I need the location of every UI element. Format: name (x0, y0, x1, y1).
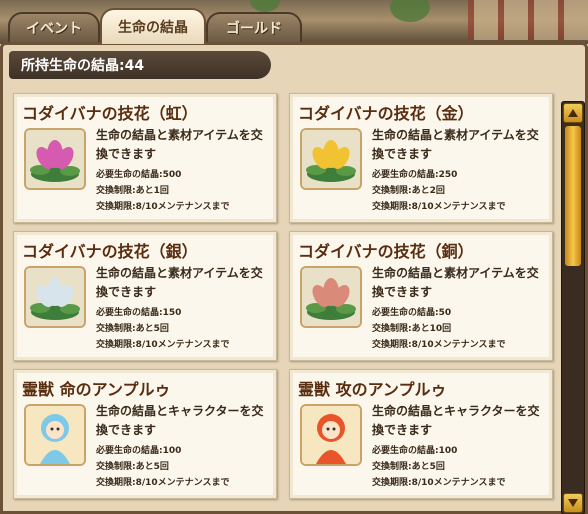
item-description: 生命の結晶と素材アイテムを交換できます (96, 266, 263, 299)
arrow-down-icon (568, 499, 578, 507)
item-period: 交換期限:8/10メンテナンスまで (372, 478, 506, 488)
item-period: 交換期限:8/10メンテナンスまで (96, 202, 230, 212)
item-card[interactable]: 霊獣 命のアンプルゥ生命の結晶とキャラクターを交換できます必要生命の結晶:100… (13, 369, 277, 499)
item-limit: 交換制限:あと5回 (372, 462, 445, 472)
item-limit: 交換制限:あと5回 (96, 462, 169, 472)
item-card[interactable]: コダイバナの技花（虹） 生命の結晶と素材アイテムを交換できます必要生命の結晶:50… (13, 93, 277, 223)
item-period: 交換期限:8/10メンテナンスまで (372, 340, 506, 350)
item-cost: 必要生命の結晶:250 (372, 170, 458, 180)
item-title: コダイバナの技花（銅） (298, 242, 474, 261)
item-list: コダイバナの技花（虹） 生命の結晶と素材アイテムを交換できます 必要生命の結晶:50… (9, 89, 559, 511)
item-period: 交換期限:8/10メンテナンスまで (372, 202, 506, 212)
item-limit: 交換制限:あと2回 (372, 186, 445, 196)
arrow-up-icon (568, 109, 578, 117)
background-plant (250, 0, 280, 12)
silver-lotus-icon (24, 266, 86, 328)
item-title: コダイバナの技花（金） (298, 104, 474, 123)
crystal-count-bar: 所持生命の結晶:44 (9, 51, 271, 79)
scrollbar[interactable] (561, 101, 585, 514)
item-limit: 交換制限:あと1回 (96, 186, 169, 196)
scroll-thumb[interactable] (565, 126, 581, 266)
exchange-panel: 所持生命の結晶:44 コダイバナの技花（虹） 生命の結晶と素材アイテムを交換できま… (0, 42, 588, 514)
item-cost: 必要生命の結晶:100 (96, 446, 182, 456)
item-period: 交換期限:8/10メンテナンスまで (96, 340, 230, 350)
blue-spirit-character-icon (24, 404, 86, 466)
item-limit: 交換制限:あと5回 (96, 324, 169, 334)
item-description: 生命の結晶と素材アイテムを交換できます (96, 128, 263, 161)
tab-life-crystal[interactable]: 生命の結晶 (100, 8, 206, 44)
item-period: 交換期限:8/10メンテナンスまで (96, 478, 230, 488)
tab-event[interactable]: イベント (8, 12, 100, 42)
item-cost: 必要生命の結晶:50 (372, 308, 452, 318)
item-card[interactable]: コダイバナの技花（銅） 生命の結晶と素材アイテムを交換できます必要生命の結晶:50… (289, 231, 553, 361)
item-title: コダイバナの技花（銀） (22, 242, 198, 261)
crystal-count-label: 所持生命の結晶:44 (21, 58, 145, 74)
item-title: 霊獣 攻のアンプルゥ (298, 380, 447, 399)
item-description: 生命の結晶とキャラクターを交換できます (96, 404, 264, 437)
item-card[interactable]: コダイバナの技花（金） 生命の結晶と素材アイテムを交換できます必要生命の結晶:25… (289, 93, 553, 223)
item-title: 霊獣 命のアンプルゥ (22, 380, 171, 399)
scroll-down-button[interactable] (563, 493, 583, 513)
gold-lotus-icon (300, 128, 362, 190)
item-cost: 必要生命の結晶:100 (372, 446, 458, 456)
item-description: 生命の結晶と素材アイテムを交換できます (372, 266, 539, 299)
item-description: 生命の結晶とキャラクターを交換できます (372, 404, 540, 437)
tab-gold[interactable]: ゴールド (206, 12, 302, 42)
background-plant (390, 0, 430, 22)
item-card[interactable]: コダイバナの技花（銀） 生命の結晶と素材アイテムを交換できます必要生命の結晶:15… (13, 231, 277, 361)
item-description: 生命の結晶と素材アイテムを交換できます (372, 128, 539, 161)
rainbow-lotus-icon (24, 128, 86, 190)
item-cost: 必要生命の結晶:150 (96, 308, 182, 318)
scroll-up-button[interactable] (563, 103, 583, 123)
item-title: コダイバナの技花（虹） (22, 104, 198, 123)
item-limit: 交換制限:あと10回 (372, 324, 452, 334)
red-spirit-character-icon (300, 404, 362, 466)
background-window (468, 0, 588, 40)
copper-lotus-icon (300, 266, 362, 328)
item-cost: 必要生命の結晶:500 (96, 170, 182, 180)
item-card[interactable]: 霊獣 攻のアンプルゥ生命の結晶とキャラクターを交換できます必要生命の結晶:100… (289, 369, 553, 499)
